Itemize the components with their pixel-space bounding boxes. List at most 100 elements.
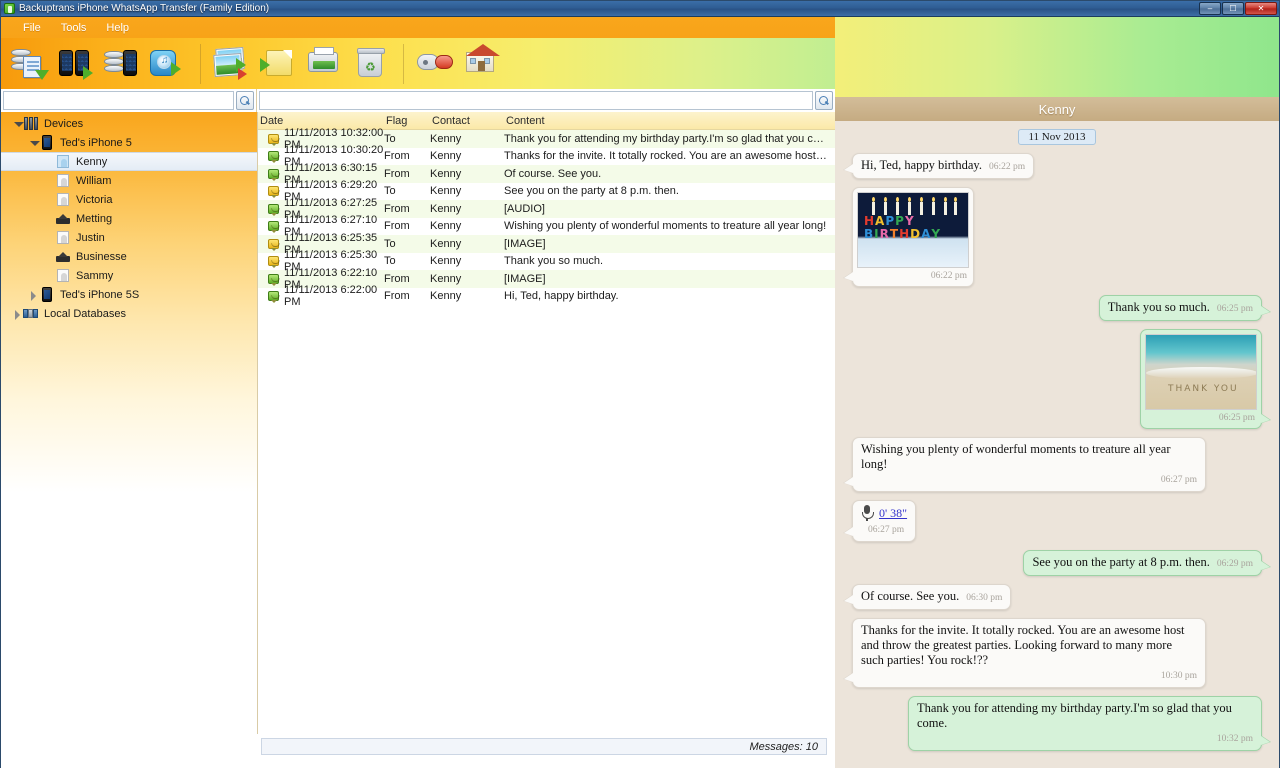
- transfer-phone-to-phone-icon: [57, 46, 95, 82]
- sidebar-item-justin[interactable]: Justin: [1, 228, 257, 247]
- sidebar-item-ted-s-iphone-5[interactable]: Ted's iPhone 5: [1, 133, 257, 152]
- search-icon: [240, 96, 250, 106]
- chat-bubble[interactable]: Thank you for attending my birthday part…: [908, 696, 1262, 751]
- print-icon: [306, 46, 344, 82]
- home-button[interactable]: [459, 42, 505, 86]
- menu-item-help[interactable]: Help: [96, 20, 139, 36]
- sidebar-search-row: [1, 89, 257, 112]
- column-header-flag[interactable]: Flag: [384, 115, 430, 127]
- sidebar-item-businesse[interactable]: Businesse: [1, 247, 257, 266]
- register-button[interactable]: [413, 42, 459, 86]
- cell-content: Of course. See you.: [504, 168, 835, 180]
- chat-bubble-time: 10:32 pm: [917, 732, 1253, 747]
- message-list-panel: Date Flag Contact Content 11/11/2013 10:…: [257, 112, 835, 734]
- chat-message-out: See you on the party at 8 p.m. then.06:2…: [843, 550, 1271, 576]
- database-to-phone-button[interactable]: [99, 42, 145, 86]
- tree-twisty-icon[interactable]: [43, 175, 55, 187]
- thank-you-beach-photo[interactable]: THANK YOU: [1145, 334, 1257, 410]
- tree-twisty-icon[interactable]: [27, 137, 39, 149]
- delete-button[interactable]: ♻: [348, 42, 394, 86]
- sidebar-item-ted-s-iphone-5s[interactable]: Ted's iPhone 5S: [1, 285, 257, 304]
- cell-contact: Kenny: [430, 290, 504, 302]
- cell-contact: Kenny: [430, 150, 504, 162]
- device-tree: DevicesTed's iPhone 5 Kenny WilliamVictori…: [1, 112, 257, 323]
- sidebar-item-sammy[interactable]: Sammy: [1, 266, 257, 285]
- sidebar-item-label: Kenny: [76, 156, 107, 168]
- chat-bubble-text: Of course. See you.: [861, 589, 959, 603]
- tree-twisty-icon[interactable]: [11, 308, 23, 320]
- menu-item-tools[interactable]: Tools: [51, 20, 97, 36]
- cell-content: [AUDIO]: [504, 203, 835, 215]
- sidebar-item-kenny[interactable]: Kenny: [1, 152, 257, 171]
- chat-message-area[interactable]: 11 Nov 2013 Hi, Ted, happy birthday.06:22…: [835, 121, 1279, 768]
- sidebar-search-input[interactable]: [3, 91, 234, 110]
- print-button[interactable]: [302, 42, 348, 86]
- column-header-content[interactable]: Content: [504, 115, 835, 127]
- chat-audio-attachment[interactable]: 0' 38": [861, 505, 907, 521]
- sidebar-item-devices[interactable]: Devices: [1, 114, 257, 133]
- cell-contact: Kenny: [430, 133, 504, 145]
- chat-bubble[interactable]: Of course. See you. 06:30 pm: [852, 584, 1011, 610]
- chat-bubble[interactable]: 0' 38"06:27 pm: [852, 500, 916, 542]
- sidebar-search-button[interactable]: [236, 91, 254, 110]
- sidebar-item-victoria[interactable]: Victoria: [1, 190, 257, 209]
- chat-bubble-text: Wishing you plenty of wonderful moments …: [861, 442, 1171, 471]
- sidebar-item-metting[interactable]: Metting: [1, 209, 257, 228]
- table-row[interactable]: 11/11/2013 6:22:00 PMFromKennyHi, Ted, h…: [258, 288, 835, 306]
- tree-twisty-icon[interactable]: [11, 118, 23, 130]
- tree-twisty-icon[interactable]: [43, 213, 55, 225]
- sidebar-item-label: Ted's iPhone 5S: [60, 289, 139, 301]
- register-key-icon: [417, 46, 455, 82]
- chat-bubble[interactable]: See you on the party at 8 p.m. then.06:2…: [1023, 550, 1262, 576]
- contact-icon: [55, 192, 71, 207]
- sidebar: DevicesTed's iPhone 5 Kenny WilliamVictori…: [1, 112, 257, 768]
- cell-flag: To: [384, 238, 430, 250]
- chat-bubble[interactable]: Thanks for the invite. It totally rocked…: [852, 618, 1206, 688]
- tree-twisty-icon[interactable]: [43, 251, 55, 263]
- group-icon: [55, 249, 71, 264]
- chat-toolbar-filler: [835, 17, 1279, 97]
- chat-bubble[interactable]: HAPPYBIRTHDAY06:22 pm: [852, 187, 974, 287]
- itunes-backup-button[interactable]: [145, 42, 191, 86]
- column-header-contact[interactable]: Contact: [430, 115, 504, 127]
- tree-twisty-icon[interactable]: [43, 156, 55, 168]
- birthday-cake-photo[interactable]: HAPPYBIRTHDAY: [857, 192, 969, 268]
- chat-bubble[interactable]: THANK YOU06:25 pm: [1140, 329, 1262, 429]
- export-file-button[interactable]: [256, 42, 302, 86]
- cell-contact: Kenny: [430, 273, 504, 285]
- column-header-date[interactable]: Date: [258, 115, 384, 127]
- chat-scrollbar[interactable]: [1276, 121, 1279, 768]
- messages-search-button[interactable]: [815, 91, 833, 110]
- chat-bubble[interactable]: Hi, Ted, happy birthday.06:22 pm: [852, 153, 1034, 179]
- tree-twisty-icon[interactable]: [27, 289, 39, 301]
- sidebar-item-local-databases[interactable]: Local Databases: [1, 304, 257, 323]
- chat-date-chip: 11 Nov 2013: [1018, 129, 1095, 145]
- menu-item-file[interactable]: File: [13, 20, 51, 36]
- message-bubble-icon: [268, 274, 279, 284]
- export-photos-button[interactable]: [210, 42, 256, 86]
- chat-bubble-time: 06:29 pm: [1217, 559, 1253, 569]
- chat-bubble[interactable]: Wishing you plenty of wonderful moments …: [852, 437, 1206, 492]
- chat-message-in: Hi, Ted, happy birthday.06:22 pm: [843, 153, 1271, 179]
- message-bubble-icon: [268, 204, 279, 214]
- messages-search-input[interactable]: [259, 91, 813, 110]
- sidebar-item-label: Sammy: [76, 270, 113, 282]
- cell-content: [IMAGE]: [504, 273, 835, 285]
- close-button[interactable]: ✕: [1245, 2, 1277, 15]
- backup-database-button[interactable]: [7, 42, 53, 86]
- chat-date-separator: 11 Nov 2013: [843, 129, 1271, 145]
- sidebar-item-label: Local Databases: [44, 308, 126, 320]
- tree-twisty-icon[interactable]: [43, 270, 55, 282]
- audio-duration-link[interactable]: 0' 38": [879, 506, 907, 521]
- minimize-button[interactable]: –: [1199, 2, 1221, 15]
- contact-icon: [55, 268, 71, 283]
- chat-bubble[interactable]: Thank you so much.06:25 pm: [1099, 295, 1262, 321]
- transfer-phone-to-phone-button[interactable]: [53, 42, 99, 86]
- maximize-button[interactable]: ☐: [1222, 2, 1244, 15]
- tree-twisty-icon[interactable]: [43, 232, 55, 244]
- window-controls: – ☐ ✕: [1198, 2, 1277, 16]
- tree-twisty-icon[interactable]: [43, 194, 55, 206]
- chat-message-in: 0' 38"06:27 pm: [843, 500, 1271, 542]
- sidebar-item-william[interactable]: William: [1, 171, 257, 190]
- chat-bubble-time: 06:30 pm: [966, 593, 1002, 603]
